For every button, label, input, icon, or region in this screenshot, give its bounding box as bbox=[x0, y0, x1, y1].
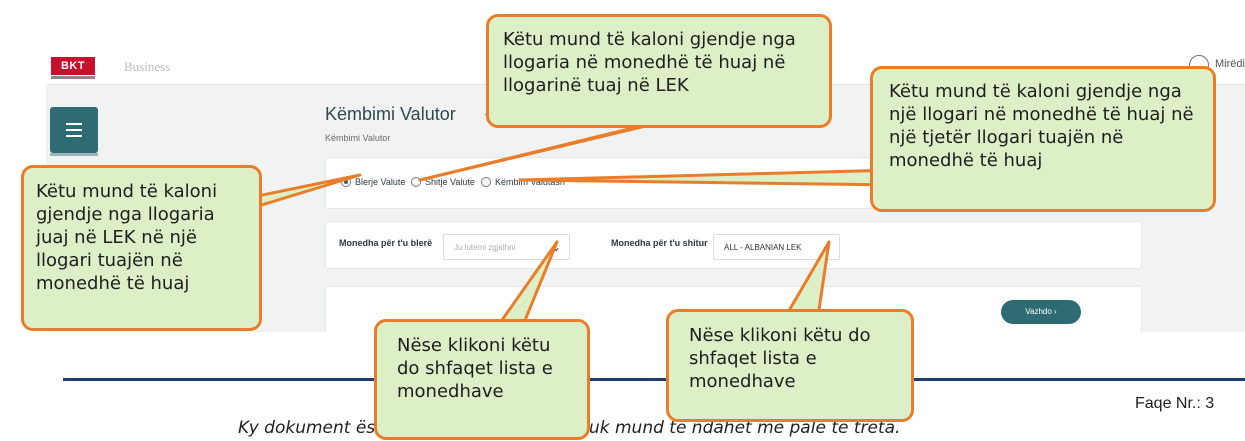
callout-text: Nëse klikoni këtu do shfaqet lista e mon… bbox=[689, 325, 871, 392]
callout-text: Këtu mund të kaloni gjendje nga një llog… bbox=[889, 81, 1194, 171]
pointer-top-right bbox=[518, 168, 898, 187]
callout-text: Këtu mund të kaloni gjendje nga llogaria… bbox=[503, 29, 796, 96]
callout-bottom-right: Nëse klikoni këtu do shfaqet lista e mon… bbox=[666, 309, 914, 422]
callout-top-center: Këtu mund të kaloni gjendje nga llogaria… bbox=[486, 14, 832, 128]
callout-top-right: Këtu mund të kaloni gjendje nga një llog… bbox=[870, 66, 1216, 212]
callout-bottom-left: Nëse klikoni këtu do shfaqet lista e mon… bbox=[374, 319, 590, 440]
pointer-top-center bbox=[418, 123, 652, 182]
callout-text: Nëse klikoni këtu do shfaqet lista e mon… bbox=[397, 335, 553, 402]
callout-left: Këtu mund të kaloni gjendje nga llogaria… bbox=[21, 165, 262, 331]
callout-text: Këtu mund të kaloni gjendje nga llogaria… bbox=[36, 181, 218, 294]
